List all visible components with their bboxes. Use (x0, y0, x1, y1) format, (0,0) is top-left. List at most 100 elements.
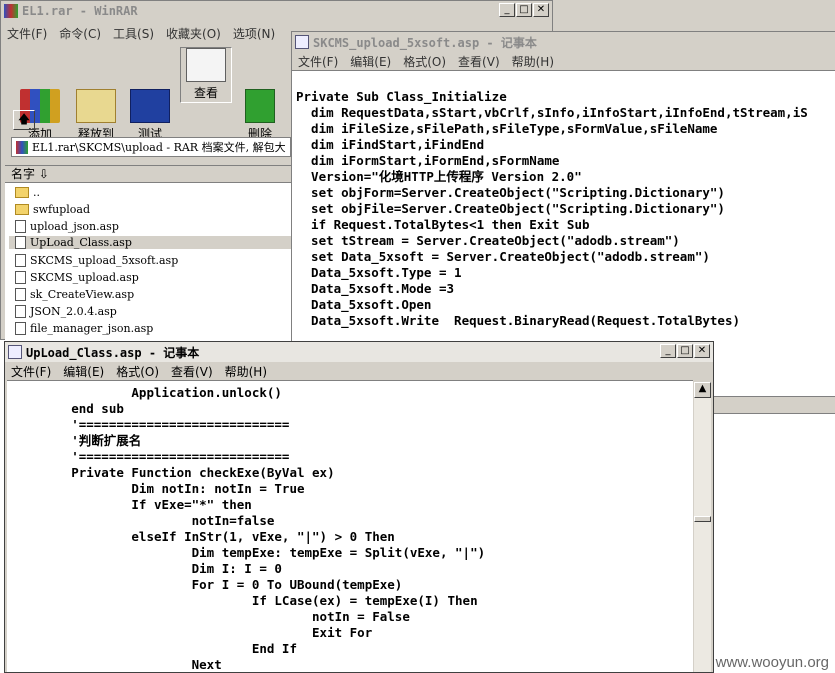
tool-view-label: 查看 (193, 86, 218, 100)
address-bar[interactable]: EL1.rar\SKCMS\upload - RAR 档案文件, 解包大 (11, 137, 291, 157)
tool-extract[interactable]: 释放到 (71, 89, 121, 142)
code-line: '判断扩展名 (11, 433, 142, 448)
menu-command[interactable]: 命令(C) (53, 25, 107, 42)
scroll-thumb[interactable] (694, 516, 711, 522)
file-name: file_manager_json.asp (30, 322, 154, 335)
menu-edit[interactable]: 编辑(E) (344, 53, 397, 70)
menu-file[interactable]: 文件(F) (292, 53, 344, 70)
code-line: Data_5xsoft.Open (296, 297, 432, 312)
file-name: JSON_2.0.4.asp (30, 305, 117, 318)
notepad2-title: UpLoad_Class.asp - 记事本 (26, 345, 200, 360)
watermark: www.wooyun.org (715, 654, 829, 671)
menu-help[interactable]: 帮助(H) (219, 363, 273, 380)
code-line: set objForm=Server.CreateObject("Scripti… (296, 185, 725, 200)
list-item[interactable]: JSON_2.0.4.asp (15, 305, 117, 318)
test-icon (130, 89, 170, 123)
list-item[interactable]: file_manager_json.asp (15, 322, 153, 335)
notepad2-code: Application.unlock() end sub '==========… (11, 385, 693, 672)
list-item[interactable]: swfupload (15, 203, 90, 216)
menu-format[interactable]: 格式(O) (397, 53, 452, 70)
maximize-button[interactable]: □ (516, 3, 532, 17)
code-line: Private Sub Class_Initialize (296, 89, 507, 104)
code-line: For I = 0 To UBound(tempExe) (11, 577, 403, 592)
code-line: If vExe="*" then (11, 497, 252, 512)
list-item[interactable]: .. (15, 186, 40, 199)
tool-test[interactable]: 测试 (125, 89, 175, 142)
tool-delete[interactable]: 删除 (235, 89, 285, 142)
code-line: Version="化境HTTP上传程序 Version 2.0" (296, 169, 582, 184)
notepad2-titlebar[interactable]: UpLoad_Class.asp - 记事本 _ □ ✕ (5, 342, 713, 362)
menu-tools[interactable]: 工具(S) (107, 25, 160, 42)
file-icon (15, 322, 26, 335)
menu-edit[interactable]: 编辑(E) (57, 363, 110, 380)
column-header-name[interactable]: 名字 ⇩ (5, 166, 293, 183)
code-line: Next (11, 657, 222, 672)
address-path: EL1.rar\SKCMS\upload - RAR 档案文件, 解包大 (32, 141, 286, 154)
file-name: sk_CreateView.asp (30, 288, 135, 301)
file-icon (15, 236, 26, 249)
code-line: elseIf InStr(1, vExe, "|") > 0 Then (11, 529, 395, 544)
code-line: '============================ (11, 449, 290, 464)
code-line: Data_5xsoft.Write Request.BinaryRead(Req… (296, 313, 741, 328)
list-item[interactable]: upload_json.asp (15, 220, 119, 233)
menu-view[interactable]: 查看(V) (452, 53, 506, 70)
code-line: If LCase(ex) = tempExe(I) Then (11, 593, 478, 608)
close-button[interactable]: ✕ (694, 344, 710, 358)
list-item[interactable]: SKCMS_upload_5xsoft.asp (15, 254, 178, 267)
list-item[interactable]: sk_CreateView.asp (15, 288, 134, 301)
maximize-button[interactable]: □ (677, 344, 693, 358)
up-folder-button[interactable]: 🡅 (13, 110, 35, 130)
file-name: swfupload (33, 203, 90, 216)
winrar-app-icon (4, 4, 18, 18)
list-item[interactable]: SKCMS_upload.asp (15, 271, 139, 284)
code-line: set Data_5xsoft = Server.CreateObject("a… (296, 249, 710, 264)
notepad1-title: SKCMS_upload_5xsoft.asp - 记事本 (313, 35, 537, 50)
file-name: .. (33, 186, 40, 199)
column-name-label: 名字 (11, 167, 36, 181)
notepad2-text-area[interactable]: Application.unlock() end sub '==========… (7, 380, 693, 672)
code-line: '============================ (11, 417, 290, 432)
notepad-app-icon (8, 345, 22, 359)
code-line: Data_5xsoft.Type = 1 (296, 265, 462, 280)
code-line: dim RequestData,sStart,vbCrlf,sInfo,iInf… (296, 105, 808, 120)
background-window-edge (553, 0, 835, 33)
menu-favorites[interactable]: 收藏夹(O) (160, 25, 227, 42)
file-icon (15, 288, 26, 301)
close-button[interactable]: ✕ (533, 3, 549, 17)
menu-file[interactable]: 文件(F) (1, 25, 53, 42)
menu-view[interactable]: 查看(V) (165, 363, 219, 380)
notepad2-menubar: 文件(F) 编辑(E) 格式(O) 查看(V) 帮助(H) (5, 363, 713, 380)
code-line: Dim tempExe: tempExe = Split(vExe, "|") (11, 545, 486, 560)
menu-help[interactable]: 帮助(H) (506, 53, 560, 70)
tool-view[interactable]: 查看 (180, 47, 232, 103)
delete-icon (245, 89, 275, 123)
winrar-titlebar[interactable]: EL1.rar - WinRAR _ □ ✕ (1, 1, 552, 21)
vertical-scrollbar[interactable]: ▲ (694, 382, 711, 672)
code-line: notIn = False (11, 609, 410, 624)
scroll-up-button[interactable]: ▲ (694, 382, 711, 398)
minimize-button[interactable]: _ (660, 344, 676, 358)
menu-format[interactable]: 格式(O) (110, 363, 165, 380)
code-line: dim iFindStart,iFindEnd (296, 137, 485, 152)
code-line: set objFile=Server.CreateObject("Scripti… (296, 201, 725, 216)
extract-icon (76, 89, 116, 123)
file-icon (15, 271, 26, 284)
code-line: Dim I: I = 0 (11, 561, 282, 576)
code-line: Dim notIn: notIn = True (11, 481, 305, 496)
notepad1-statusbar (713, 396, 835, 414)
notepad-window-2: UpLoad_Class.asp - 记事本 _ □ ✕ 文件(F) 编辑(E)… (4, 341, 714, 673)
menu-options[interactable]: 选项(N) (227, 25, 281, 42)
code-line: Private Function checkExe(ByVal ex) (11, 465, 335, 480)
code-line: Application.unlock() (11, 385, 282, 400)
view-icon (186, 48, 226, 82)
notepad1-titlebar[interactable]: SKCMS_upload_5xsoft.asp - 记事本 (292, 32, 835, 52)
menu-file[interactable]: 文件(F) (5, 363, 57, 380)
file-name: SKCMS_upload.asp (30, 271, 139, 284)
file-icon (15, 254, 26, 267)
code-line: end sub (11, 401, 124, 416)
file-icon (15, 305, 26, 318)
minimize-button[interactable]: _ (499, 3, 515, 17)
file-list: 名字 ⇩ .. swfupload upload_json.asp UpLoad… (5, 165, 293, 342)
list-item-selected[interactable]: UpLoad_Class.asp (9, 236, 293, 249)
